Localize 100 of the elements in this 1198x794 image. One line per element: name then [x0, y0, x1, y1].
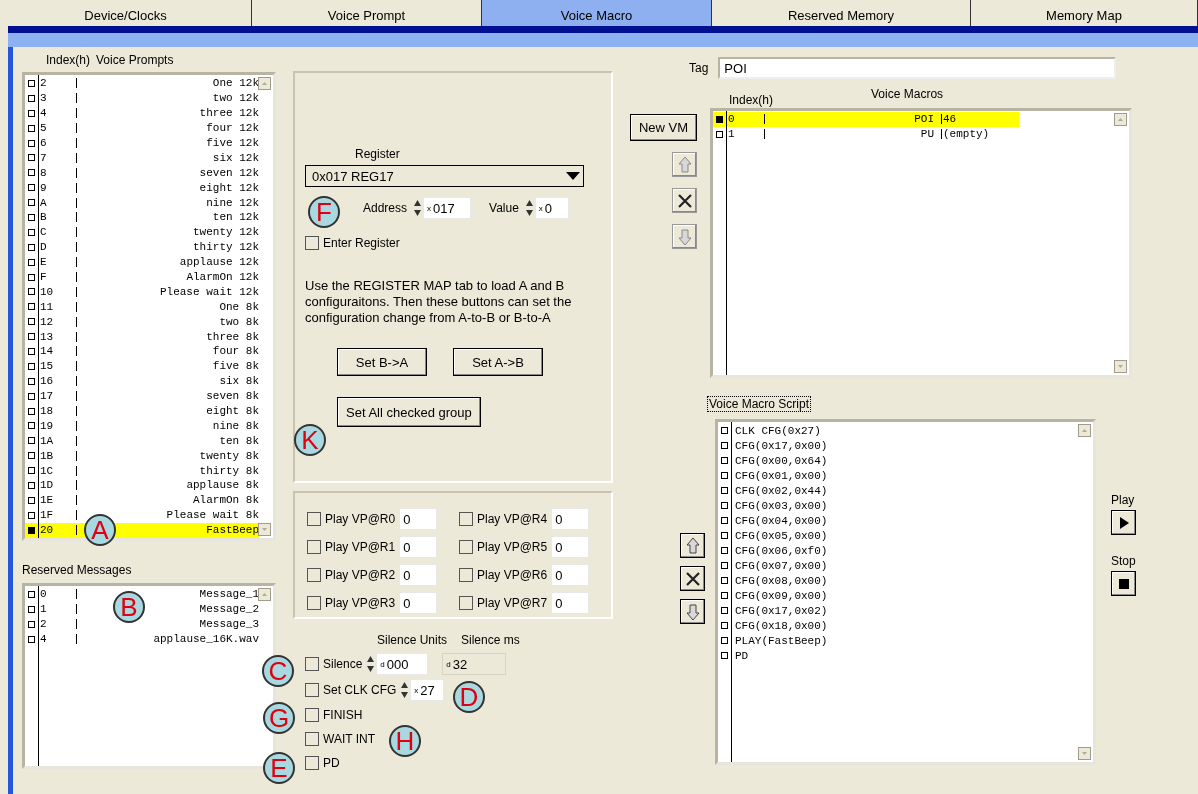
checkbox[interactable] — [305, 756, 319, 770]
checkbox[interactable] — [459, 596, 473, 610]
register-field[interactable]: 0 — [399, 592, 438, 614]
checkbox[interactable] — [459, 568, 473, 582]
script-line[interactable]: CFG(0x08,0x00) — [718, 573, 1093, 588]
list-row[interactable]: 4 applause_16K.wav — [25, 631, 259, 647]
list-row[interactable]: 10 Please wait 12k — [25, 284, 259, 300]
play-button[interactable] — [1111, 510, 1136, 535]
script-line[interactable]: CFG(0x06,0xf0) — [718, 543, 1093, 558]
list-row[interactable]: 12 two 8k — [25, 314, 259, 330]
register-field[interactable]: 0 — [399, 536, 438, 558]
checkbox-label: Play VP@R1 — [325, 540, 396, 554]
list-row[interactable]: 1A ten 8k — [25, 433, 259, 449]
checkbox-label: Play VP@R4 — [477, 512, 548, 526]
new-macro-button[interactable]: New VM — [629, 114, 697, 141]
script-line[interactable]: CFG(0x02,0x44) — [718, 483, 1093, 498]
list-row[interactable]: D thirty 12k — [25, 239, 259, 255]
list-row[interactable]: B ten 12k — [25, 210, 259, 225]
tab[interactable]: Voice Macro — [482, 0, 712, 26]
spinner-arrows-icon[interactable] — [400, 680, 410, 700]
checkbox[interactable] — [307, 568, 321, 582]
script-line[interactable]: PLAY(FastBeep) — [718, 633, 1093, 648]
list-row[interactable]: F AlarmOn 12k — [25, 269, 259, 285]
list-row[interactable]: 16 six 8k — [25, 373, 259, 389]
checkbox[interactable] — [305, 683, 319, 697]
callout-marker: K — [294, 424, 326, 456]
list-row[interactable]: C twenty 12k — [25, 224, 259, 240]
move-down-button[interactable] — [680, 599, 705, 624]
spinner-arrows-icon[interactable] — [524, 198, 534, 218]
list-row[interactable]: 0 POI 46 — [713, 112, 1019, 127]
help-text: Use the REGISTER MAP tab to load A and B configuraitons. Then these buttons can set the configuration change from A-to-B or B-to-A — [305, 278, 573, 326]
script-line[interactable]: CFG(0x17,0x02) — [718, 603, 1093, 618]
list-row[interactable]: 11 One 8k — [25, 299, 259, 315]
section-title: Reserved Messages — [22, 563, 133, 577]
list-row[interactable]: 8 seven 12k — [25, 165, 259, 181]
checkbox[interactable] — [307, 540, 321, 554]
register-field[interactable]: 0 — [399, 508, 438, 530]
config-button[interactable]: Set B->A — [337, 348, 427, 376]
checkbox[interactable] — [305, 657, 319, 671]
checkbox[interactable] — [307, 596, 321, 610]
spinner-arrows-icon[interactable] — [366, 654, 376, 674]
set-all-button[interactable]: Set All checked group — [337, 397, 481, 427]
list-row[interactable]: 1D applause 8k — [25, 478, 259, 493]
spinner-arrows-icon[interactable] — [413, 198, 423, 218]
column-header: Index(h) — [729, 93, 774, 107]
script-line[interactable]: CFG(0x05,0x00) — [718, 528, 1093, 543]
list-row[interactable]: 1B twenty 8k — [25, 448, 259, 464]
script-line[interactable]: CFG(0x18,0x00) — [718, 618, 1093, 633]
move-up-button[interactable] — [680, 533, 705, 558]
list-row[interactable]: 4 three 12k — [25, 105, 259, 121]
list-row[interactable]: 18 eight 8k — [25, 403, 259, 419]
list-row[interactable]: 7 six 12k — [25, 150, 259, 166]
list-row[interactable]: A nine 12k — [25, 195, 259, 210]
register-field[interactable]: 0 — [551, 536, 590, 558]
register-field[interactable]: 0 — [551, 508, 590, 530]
script-line[interactable]: CFG(0x00,0x64) — [718, 453, 1093, 468]
script-line[interactable]: CFG(0x17,0x00) — [718, 438, 1093, 453]
down-arrow-icon — [677, 227, 692, 246]
field-label: Register — [355, 147, 400, 161]
list-row[interactable]: 19 nine 8k — [25, 418, 259, 434]
list-row[interactable]: 9 eight 12k — [25, 180, 259, 196]
list-row[interactable]: 15 five 8k — [25, 358, 259, 374]
list-row[interactable]: 1C thirty 8k — [25, 463, 259, 479]
checkbox[interactable] — [305, 236, 319, 250]
config-button[interactable]: Set A->B — [453, 348, 543, 376]
tag-field[interactable]: POI — [718, 57, 1117, 79]
delete-button[interactable] — [680, 566, 705, 591]
list-row[interactable]: E applause 12k — [25, 254, 259, 270]
checkbox[interactable] — [305, 708, 319, 722]
up-arrow-icon — [677, 155, 692, 174]
script-line[interactable]: CLK CFG(0x27) — [718, 423, 1093, 438]
list-row[interactable]: 1 PU (empty) — [713, 126, 1019, 142]
register-field[interactable]: 0 — [551, 592, 590, 614]
list-row[interactable]: 2 One 12k — [25, 76, 259, 91]
list-row[interactable]: 5 four 12k — [25, 120, 259, 136]
checkbox[interactable] — [305, 732, 319, 746]
macro-script-list[interactable] — [715, 419, 1096, 765]
script-line[interactable]: CFG(0x03,0x00) — [718, 498, 1093, 513]
stop-button[interactable] — [1111, 571, 1136, 596]
checkbox[interactable] — [459, 512, 473, 526]
checkbox[interactable] — [307, 512, 321, 526]
list-row[interactable]: 13 three 8k — [25, 329, 259, 345]
script-line[interactable]: CFG(0x09,0x00) — [718, 588, 1093, 603]
delete-button[interactable] — [672, 188, 697, 213]
voice-macros-list[interactable]: 0 POI 46 1 PU (empty) — [710, 108, 1132, 378]
checkbox[interactable] — [459, 540, 473, 554]
list-row[interactable]: 6 five 12k — [25, 135, 259, 151]
register-dropdown[interactable]: 0x017 REG17 — [305, 165, 584, 187]
register-field[interactable]: 0 — [399, 564, 438, 586]
list-row[interactable]: 17 seven 8k — [25, 388, 259, 404]
script-line[interactable]: PD — [718, 648, 1093, 663]
list-row[interactable]: 1E AlarmOn 8k — [25, 492, 259, 508]
checkbox-label: Play VP@R3 — [325, 596, 396, 610]
script-line[interactable]: CFG(0x04,0x00) — [718, 513, 1093, 528]
list-row[interactable]: 3 two 12k — [25, 90, 259, 106]
register-field[interactable]: 0 — [551, 564, 590, 586]
script-line[interactable]: CFG(0x07,0x00) — [718, 558, 1093, 573]
list-row[interactable]: 14 four 8k — [25, 344, 259, 359]
voice-prompts-list[interactable] — [22, 72, 276, 541]
script-line[interactable]: CFG(0x01,0x00) — [718, 468, 1093, 483]
